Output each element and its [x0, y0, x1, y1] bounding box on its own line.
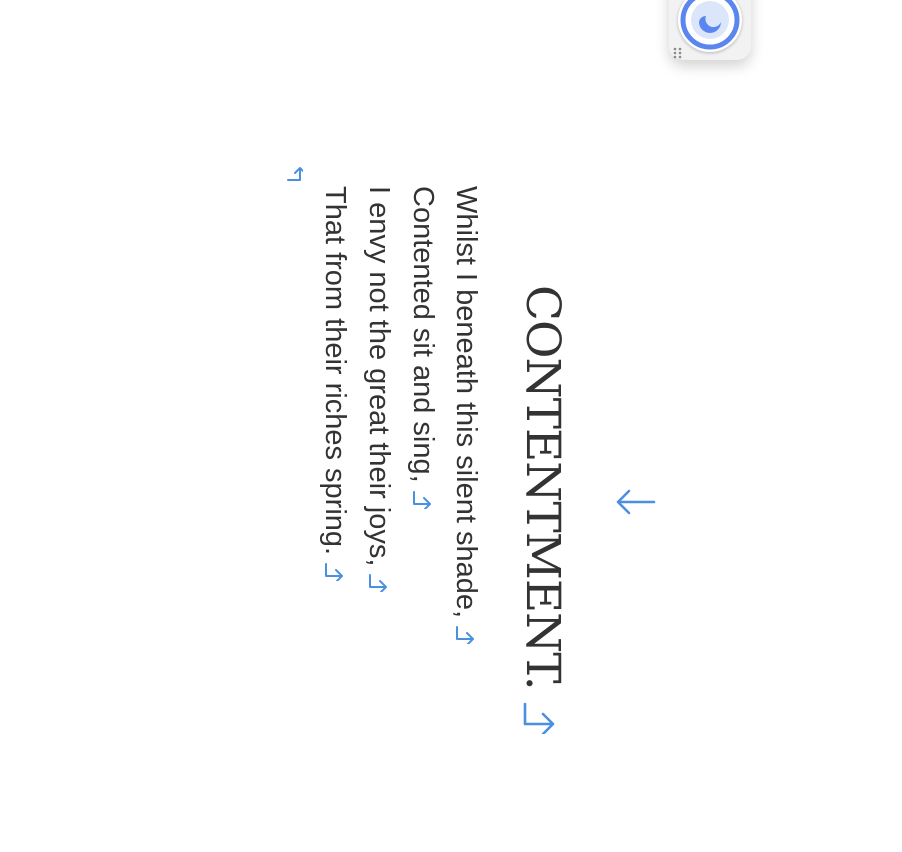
- poem-line-text: I envy not the great their joys,: [363, 186, 395, 567]
- poem-line: Whilst I beneath this silent shade,: [449, 186, 482, 645]
- left-arrow-icon: [614, 485, 656, 519]
- poem-line-text: That from their riches spring.: [319, 186, 351, 556]
- poem-line: I envy not the great their joys,: [362, 186, 395, 593]
- poem-title: CONTENTMENT.: [515, 285, 570, 734]
- poem-line: Contented sit and sing,: [406, 186, 439, 509]
- pilcrow-return-icon: [368, 570, 388, 593]
- document-page: CONTENTMENT. Whilst I beneath this silen…: [0, 0, 902, 852]
- poem-line-text: Whilst I beneath this silent shade,: [450, 186, 482, 619]
- poem-title-text: CONTENTMENT.: [515, 285, 570, 690]
- poem-line-text: Contented sit and sing,: [407, 186, 439, 483]
- pilcrow-return-icon: [285, 164, 306, 184]
- pilcrow-return-icon: [455, 622, 475, 645]
- pilcrow-return-icon: [523, 698, 555, 734]
- pilcrow-return-icon: [324, 559, 344, 582]
- poem-line: That from their riches spring.: [318, 186, 351, 582]
- pilcrow-return-icon: [412, 487, 432, 509]
